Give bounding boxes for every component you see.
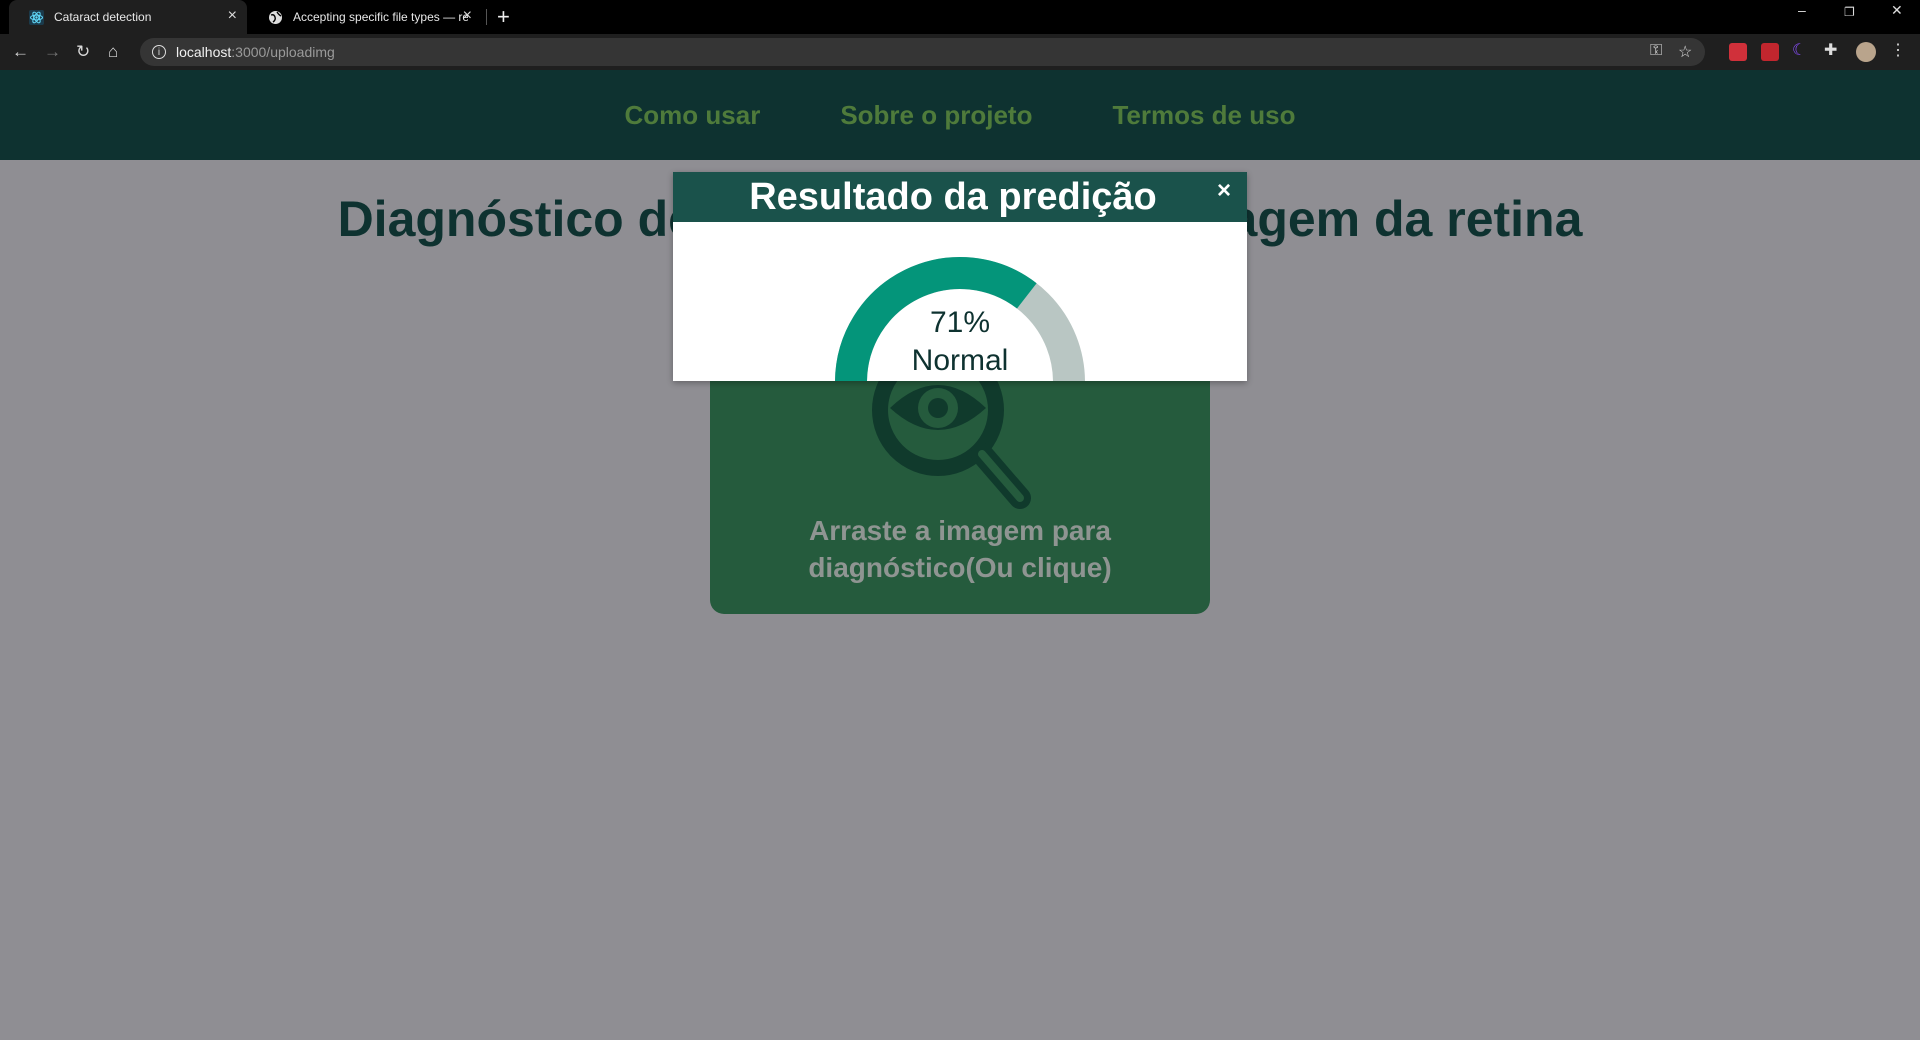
prediction-result-modal: Resultado da predição × 71% Normal [673, 172, 1247, 381]
modal-backdrop: Resultado da predição × 71% Normal [0, 0, 1920, 1040]
modal-header: Resultado da predição × [673, 172, 1247, 222]
close-icon[interactable]: × [1217, 179, 1231, 203]
modal-title: Resultado da predição [749, 176, 1157, 218]
gauge-percent: 71% [929, 306, 991, 339]
gauge-label: Normal [911, 344, 1009, 377]
